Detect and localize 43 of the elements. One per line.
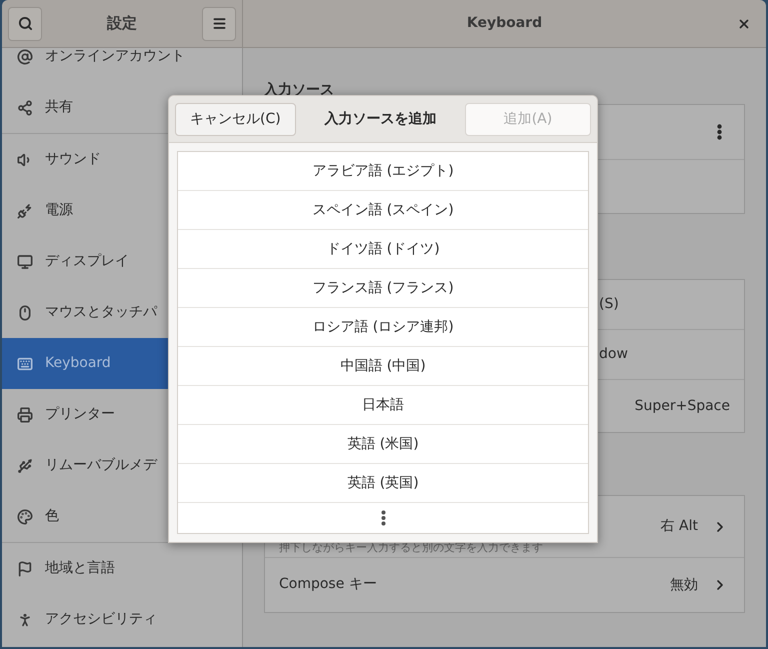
language-item[interactable]: ロシア語 (ロシア連邦) <box>178 308 588 347</box>
sidebar-item[interactable]: 地域と言語 <box>2 543 242 594</box>
row-label: Compose キー <box>279 575 377 594</box>
language-item[interactable]: ドイツ語 (ドイツ) <box>178 230 588 269</box>
settings-row[interactable]: Compose キー 無効 <box>265 558 744 612</box>
monitor-icon <box>17 254 33 270</box>
language-item[interactable]: 英語 (英国) <box>178 464 588 503</box>
row-value: 右 Alt <box>660 517 698 536</box>
search-icon <box>18 16 32 31</box>
mouse-icon <box>17 304 33 320</box>
usb-stick-icon <box>17 458 33 474</box>
shortcut-text: dow <box>599 345 628 364</box>
more-icon <box>380 510 386 526</box>
language-item[interactable]: アラビア語 (エジプト) <box>178 152 588 191</box>
accessibility-icon <box>17 612 33 628</box>
menu-button[interactable] <box>202 6 236 40</box>
shortcut-text: Super+Space <box>634 396 730 416</box>
language-item[interactable]: 日本語 <box>178 386 588 425</box>
row-value: 無効 <box>670 576 698 594</box>
sidebar-item[interactable]: オンラインアカウント <box>2 48 242 82</box>
at-sign-icon <box>17 48 33 64</box>
language-item[interactable]: 英語 (米国) <box>178 425 588 464</box>
window-title: Keyboard <box>466 14 542 33</box>
sidebar-item[interactable]: アクセシビリティ <box>2 594 242 645</box>
keyboard-icon <box>17 356 33 372</box>
language-item[interactable]: 中国語 (中国) <box>178 347 588 386</box>
close-icon <box>737 17 751 31</box>
more-button[interactable] <box>378 508 388 528</box>
kebab-icon <box>717 124 722 140</box>
more-options-button[interactable] <box>715 122 724 142</box>
language-item[interactable]: フランス語 (フランス) <box>178 269 588 308</box>
shortcut-text: (S) <box>599 295 619 314</box>
cancel-button[interactable]: キャンセル(C) <box>175 102 296 136</box>
flag-icon <box>17 560 33 576</box>
share-icon <box>17 100 33 116</box>
language-item[interactable]: スペイン語 (スペイン) <box>178 191 588 230</box>
sidebar-title: 設定 <box>107 13 137 34</box>
plug-icon <box>17 202 33 218</box>
palette-icon <box>17 508 33 524</box>
printer-icon <box>17 406 33 422</box>
search-button[interactable] <box>8 6 42 40</box>
dialog-title: 入力ソースを追加 <box>324 110 436 128</box>
menu-icon <box>212 16 226 31</box>
